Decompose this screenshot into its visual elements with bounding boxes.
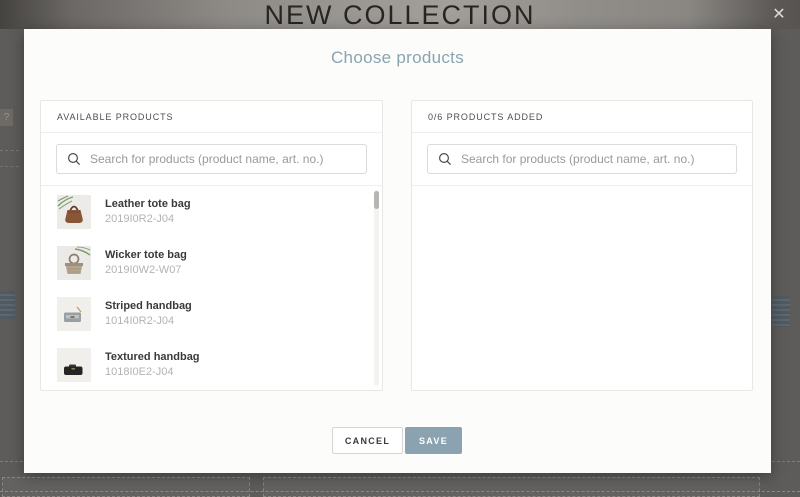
product-row[interactable]: Textured handbag 1018I0E2-J04 [41,339,382,390]
background-dashed-line [0,491,800,492]
added-products-list [412,186,752,390]
added-search-input[interactable] [461,152,726,166]
background-card-icon [772,296,790,327]
striped-handbag-thumb [57,297,91,331]
choose-products-dialog: Choose products AVAILABLE PRODUCTS Leath… [24,29,771,473]
leather-tote-bag-thumb [57,195,91,229]
added-products-header: 0/6 PRODUCTS ADDED [412,101,752,133]
added-search-box [427,144,737,174]
product-name: Striped handbag [105,300,192,312]
available-search-input[interactable] [90,152,356,166]
product-row[interactable]: Wicker tote bag 2019I0W2-W07 [41,237,382,288]
product-row[interactable]: Striped handbag 1014I0R2-J04 [41,288,382,339]
background-help-badge: ? [0,109,13,126]
background-card-icon [0,291,15,319]
available-products-panel: AVAILABLE PRODUCTS Leather tote bag 2019I… [40,100,383,391]
added-search-row [412,133,752,186]
save-button[interactable]: SAVE [405,427,462,454]
product-name: Textured handbag [105,351,200,363]
added-products-panel: 0/6 PRODUCTS ADDED [411,100,753,391]
scrollbar-thumb[interactable] [374,191,379,209]
available-search-box [56,144,367,174]
background-card-outline [263,477,760,497]
product-art-no: 1018I0E2-J04 [105,366,200,378]
product-name: Leather tote bag [105,198,191,210]
background-dashed-line [0,150,19,151]
background-page-title: NEW COLLECTION [0,0,800,29]
product-row[interactable]: Leather tote bag 2019I0R2-J04 [41,186,382,237]
scrollbar-track[interactable] [374,190,379,386]
close-icon[interactable]: ✕ [768,5,790,25]
available-search-row [41,133,382,186]
search-icon [67,152,81,166]
product-art-no: 2019I0R2-J04 [105,213,191,225]
dialog-title: Choose products [24,48,771,68]
background-card-outline [2,477,250,497]
product-art-no: 1014I0R2-J04 [105,315,192,327]
background-dashed-line [0,166,19,167]
search-icon [438,152,452,166]
product-name: Wicker tote bag [105,249,187,261]
background-hero-banner: NEW COLLECTION [0,0,800,29]
product-art-no: 2019I0W2-W07 [105,264,187,276]
cancel-button[interactable]: CANCEL [332,427,403,454]
available-products-header: AVAILABLE PRODUCTS [41,101,382,133]
wicker-tote-bag-thumb [57,246,91,280]
textured-handbag-thumb [57,348,91,382]
available-products-list: Leather tote bag 2019I0R2-J04 Wicker tote … [41,186,382,390]
